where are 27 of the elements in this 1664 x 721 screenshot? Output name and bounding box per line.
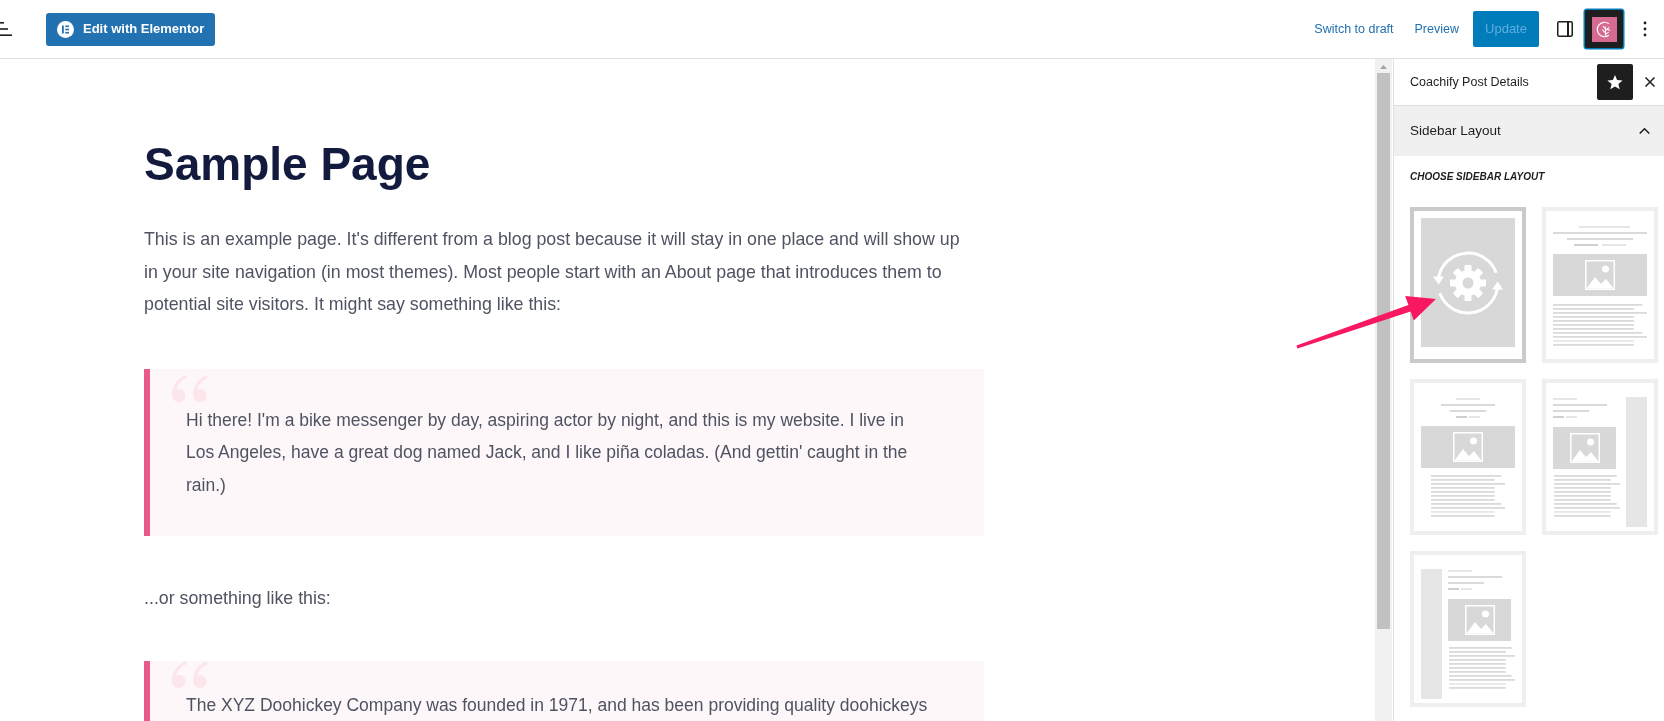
toolbar-link[interactable]: Preview [1414,19,1459,39]
panel-title: Coachify Post Details [1410,73,1529,91]
scroll-up-icon[interactable] [1380,65,1387,69]
tree-logo-icon [1591,16,1617,42]
close-icon [1645,77,1655,87]
quote-mark-icon [172,660,208,688]
chevron-up-icon [1639,128,1650,134]
more-options-icon[interactable] [1643,21,1647,37]
gear-sync-icon [1421,218,1515,347]
list-icon[interactable] [0,22,12,36]
star-icon [1607,74,1623,90]
plugin-button[interactable] [1585,10,1623,48]
paragraph: This is an example page. It's different from a blog post because it will stay in one place and will show up in your site navigation (in most themes). Most people start with an About page that introduces them to potential site visitors. It might say something like this: [144,228,961,316]
pin-button[interactable] [1597,64,1633,100]
paragraph: ...or something like this: [144,587,332,610]
quote-text: The XYZ Doohickey Company was founded in 1971, and has been providing quality doohickeys [186,693,929,717]
page-title: Sample Page [144,137,431,192]
scrollbar[interactable] [1375,59,1392,721]
quote-text: Hi there! I'm a bike messenger by day, aspiring actor by night, and this is my website. I live in Los Angeles, have a great dog named Jack, and I like piña coladas. (And gettin' caught in the rain.) [186,408,909,497]
toolbar-link[interactable]: Switch to draft [1314,19,1394,39]
sidebar-toggle-icon[interactable] [1557,21,1573,37]
scrollbar-thumb[interactable] [1377,73,1390,629]
edit-with-elementor-button[interactable]: Edit with Elementor [46,12,216,46]
circle-bars-icon [57,20,74,38]
layout-option[interactable] [1410,207,1526,363]
section-label: CHOOSE SIDEBAR LAYOUT [1410,170,1545,184]
section-toggle[interactable]: Sidebar Layout [1394,106,1664,156]
